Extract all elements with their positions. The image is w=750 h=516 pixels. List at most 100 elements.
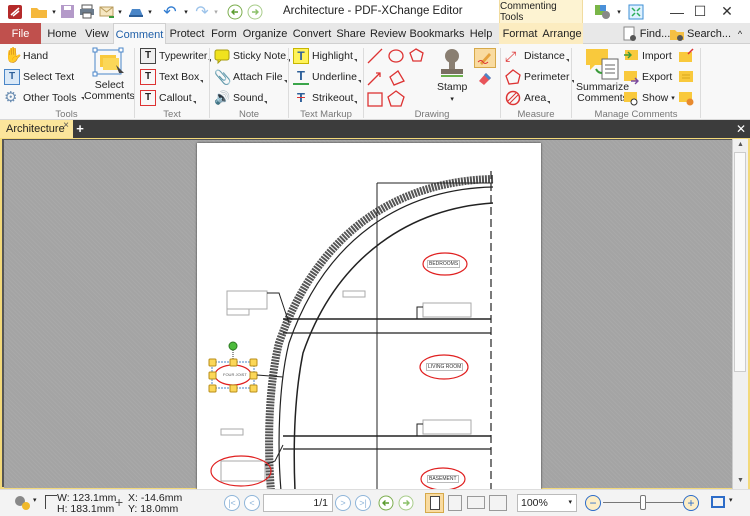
group-separator bbox=[700, 48, 701, 118]
find-button[interactable]: Find... bbox=[622, 23, 670, 44]
tab-format[interactable]: Format bbox=[499, 23, 541, 44]
two-page-view-button[interactable] bbox=[467, 496, 485, 509]
pencil-tool-button[interactable] bbox=[474, 48, 496, 68]
select-comments-icon bbox=[92, 47, 125, 78]
new-tab-button[interactable]: + bbox=[74, 120, 86, 138]
undo-dropdown-icon[interactable]: ▾ bbox=[182, 2, 190, 21]
save-icon[interactable] bbox=[58, 2, 76, 21]
redo-dropdown-icon[interactable]: ▾ bbox=[212, 2, 220, 21]
next-page-button[interactable]: > bbox=[335, 495, 351, 511]
export-comments-button[interactable]: Export bbox=[623, 69, 672, 85]
show-label: Show bbox=[642, 92, 669, 104]
highlight-button[interactable]: T Highlight bbox=[293, 48, 357, 64]
single-page-view-button[interactable] bbox=[425, 493, 444, 513]
scan-icon[interactable] bbox=[126, 2, 146, 21]
hand-tool-button[interactable]: ✋ Hand bbox=[4, 48, 48, 64]
leader-3 bbox=[416, 423, 423, 436]
open-dropdown-icon[interactable]: ▾ bbox=[50, 2, 58, 21]
sound-button[interactable]: 🔊 Sound bbox=[214, 90, 267, 106]
settings-gear-icon[interactable] bbox=[12, 494, 34, 512]
select-text-button[interactable]: T Select Text bbox=[4, 69, 74, 85]
tab-form[interactable]: Form bbox=[210, 23, 238, 44]
email-icon[interactable] bbox=[98, 2, 116, 21]
tab-review[interactable]: Review bbox=[370, 23, 406, 44]
open-folder-icon[interactable] bbox=[28, 2, 50, 21]
two-page-continuous-view-button[interactable] bbox=[489, 495, 507, 511]
import-comments-button[interactable]: Import bbox=[623, 48, 672, 64]
scroll-down-arrow[interactable]: ▼ bbox=[733, 475, 748, 487]
import-label: Import bbox=[642, 50, 672, 62]
select-comments-label-1: Select bbox=[94, 79, 124, 91]
last-page-button[interactable]: >| bbox=[355, 495, 371, 511]
stamp-dropdown-icon: ▾ bbox=[450, 96, 454, 103]
ui-options-icon[interactable] bbox=[592, 2, 614, 21]
email-dropdown-icon[interactable]: ▾ bbox=[116, 2, 124, 21]
redo-icon[interactable]: ↷ bbox=[192, 2, 212, 21]
underline-button[interactable]: T Underline bbox=[293, 69, 361, 85]
previous-view-button[interactable] bbox=[378, 495, 394, 514]
scroll-up-arrow[interactable]: ▲ bbox=[733, 139, 748, 151]
print-icon[interactable] bbox=[78, 2, 96, 21]
tab-share[interactable]: Share bbox=[336, 23, 366, 44]
previous-page-button[interactable]: < bbox=[244, 495, 260, 511]
tab-comment[interactable]: Comment bbox=[113, 23, 166, 45]
scroll-thumb[interactable] bbox=[734, 152, 746, 372]
fullscreen-icon[interactable] bbox=[627, 2, 645, 21]
select-comments-button[interactable]: Select Comments bbox=[84, 47, 135, 101]
show-comments-button[interactable]: Show ▾ bbox=[623, 90, 675, 106]
attach-file-button[interactable]: 📎 Attach File bbox=[214, 69, 287, 85]
first-page-button[interactable]: |< bbox=[224, 495, 240, 511]
fit-width-icon[interactable] bbox=[711, 496, 725, 508]
comment-pin-button[interactable] bbox=[678, 48, 694, 64]
search-button[interactable]: Search... bbox=[669, 23, 731, 44]
next-view-button[interactable] bbox=[398, 495, 414, 514]
tab-home[interactable]: Home bbox=[44, 23, 80, 44]
zoom-in-button[interactable]: + bbox=[683, 495, 699, 511]
close-tab-icon[interactable]: × bbox=[63, 120, 69, 131]
ui-options-dropdown-icon[interactable]: ▾ bbox=[615, 2, 623, 21]
typewriter-button[interactable]: T Typewriter bbox=[140, 48, 211, 64]
undo-icon[interactable]: ↶ bbox=[160, 2, 180, 21]
continuous-view-button[interactable] bbox=[448, 495, 462, 511]
tab-organize[interactable]: Organize bbox=[243, 23, 288, 44]
scan-dropdown-icon[interactable]: ▾ bbox=[146, 2, 154, 21]
tab-view[interactable]: View bbox=[82, 23, 112, 44]
sticky-note-button[interactable]: Sticky Note bbox=[214, 48, 290, 64]
settings-dropdown-icon[interactable]: ▾ bbox=[33, 496, 37, 504]
close-button[interactable]: ✕ bbox=[704, 0, 750, 23]
comment-styles-button[interactable] bbox=[678, 90, 694, 106]
zoom-out-button[interactable]: − bbox=[585, 495, 601, 511]
tab-protect[interactable]: Protect bbox=[168, 23, 206, 44]
strikeout-label: Strikeout bbox=[312, 92, 357, 104]
perimeter-button[interactable]: Perimeter bbox=[505, 69, 574, 85]
tab-convert[interactable]: Convert bbox=[292, 23, 332, 44]
eraser-button[interactable] bbox=[477, 70, 493, 86]
callout-button[interactable]: T Callout bbox=[140, 90, 196, 106]
zoom-level-value: 100% bbox=[521, 497, 548, 509]
tab-help[interactable]: Help bbox=[467, 23, 495, 44]
pdf-page[interactable]: BEDROOMS LIVING ROOM BASEMENT FOUR JOIST bbox=[197, 143, 541, 491]
close-document-button[interactable]: ✕ bbox=[735, 122, 747, 136]
back-icon[interactable] bbox=[226, 2, 244, 21]
comment-list-button[interactable] bbox=[678, 69, 694, 85]
fit-dropdown-icon[interactable]: ▾ bbox=[729, 496, 733, 504]
summarize-comments-button[interactable]: Summarize Comments bbox=[576, 47, 629, 103]
distance-button[interactable]: ⤢ Distance bbox=[505, 48, 569, 64]
zoom-slider-thumb[interactable] bbox=[640, 495, 646, 510]
forward-icon[interactable] bbox=[246, 2, 264, 21]
page-number-input[interactable]: 1/1 bbox=[263, 494, 333, 512]
tab-file[interactable]: File bbox=[0, 23, 41, 44]
strikeout-button[interactable]: T Strikeout bbox=[293, 90, 357, 106]
zoom-level-select[interactable]: 100% ▾ bbox=[517, 494, 577, 512]
area-button[interactable]: Area bbox=[505, 90, 550, 106]
collapse-ribbon-button[interactable]: ^ bbox=[732, 23, 748, 44]
stamp-button[interactable]: Stamp ▾ bbox=[437, 47, 467, 103]
bedrooms-label: BEDROOMS bbox=[427, 260, 461, 268]
text-box-button[interactable]: T Text Box bbox=[140, 69, 203, 85]
tab-arrange[interactable]: Arrange bbox=[541, 23, 583, 44]
other-tools-button[interactable]: ⚙ Other Tools bbox=[4, 90, 84, 106]
document-tab-architecture[interactable]: Architecture × bbox=[0, 120, 73, 138]
tab-bookmarks[interactable]: Bookmarks bbox=[409, 23, 464, 44]
outer-wall-arc bbox=[265, 175, 494, 491]
vertical-scrollbar[interactable]: ▲ ▼ bbox=[732, 139, 748, 489]
